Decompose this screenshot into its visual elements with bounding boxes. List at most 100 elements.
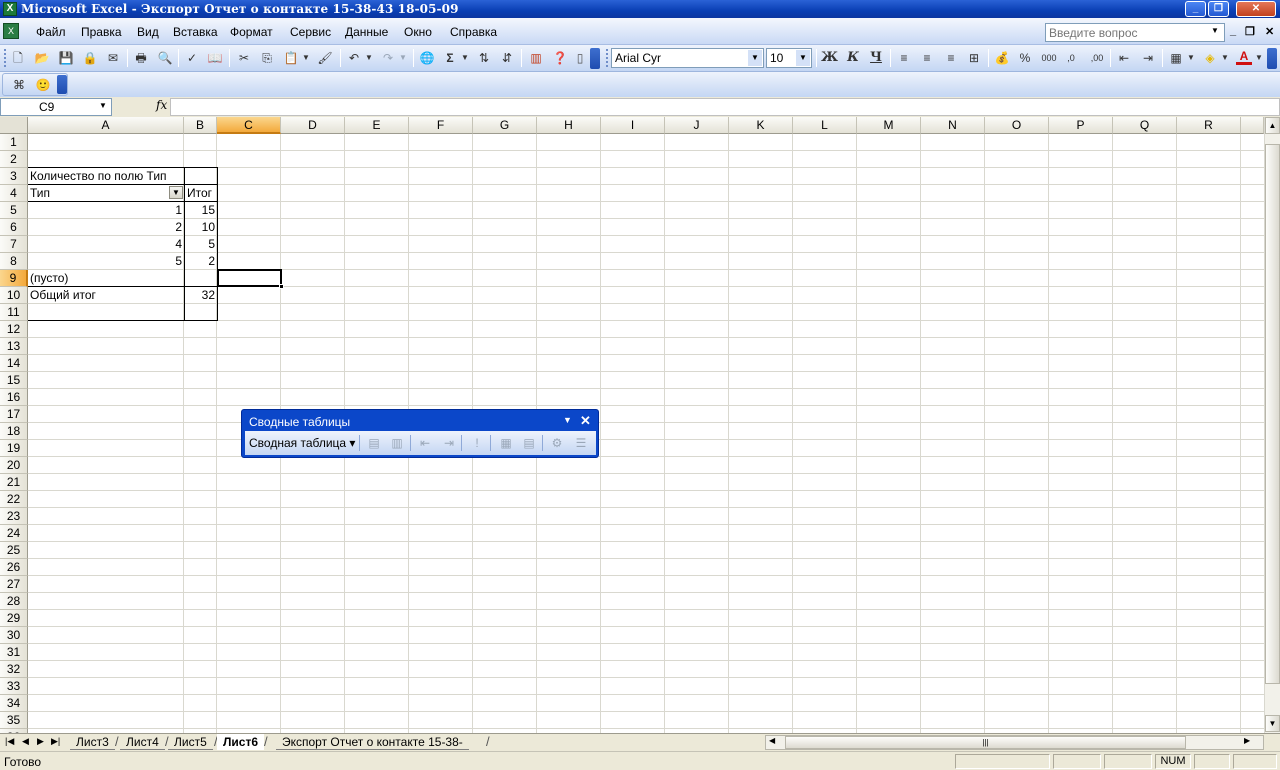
sort-descending-icon[interactable]: ⇵ xyxy=(499,50,515,66)
column-header-q[interactable]: Q xyxy=(1113,117,1177,134)
font-name-select[interactable]: Arial Cyr ▼ xyxy=(611,48,764,68)
menu-insert[interactable]: Вставка xyxy=(173,25,218,39)
help-icon[interactable]: ❓ xyxy=(552,50,568,66)
row-header-30[interactable]: 30 xyxy=(0,627,28,644)
prev-sheet-icon[interactable]: ◀ xyxy=(22,736,29,747)
toolbar-grip[interactable] xyxy=(606,49,609,67)
row-header-14[interactable]: 14 xyxy=(0,355,28,372)
column-header-partial[interactable] xyxy=(1241,117,1264,134)
row-header-11[interactable]: 11 xyxy=(0,304,28,321)
doc-close-button[interactable]: ✕ xyxy=(1265,25,1274,38)
column-header-b[interactable]: B xyxy=(184,117,217,134)
show-detail-icon[interactable]: ⇥ xyxy=(441,435,457,451)
chevron-down-icon[interactable]: ▼ xyxy=(1186,50,1196,66)
column-header-m[interactable]: M xyxy=(857,117,921,134)
row-header-17[interactable]: 17 xyxy=(0,406,28,423)
doc-restore-button[interactable]: ❐ xyxy=(1245,25,1255,38)
chevron-down-icon[interactable]: ▼ xyxy=(301,50,311,66)
row-header-20[interactable]: 20 xyxy=(0,457,28,474)
horizontal-scroll-thumb[interactable]: ||| xyxy=(785,736,1186,749)
pivot-chart-icon[interactable]: ▥ xyxy=(389,435,405,451)
row-header-31[interactable]: 31 xyxy=(0,644,28,661)
menu-edit[interactable]: Правка xyxy=(81,25,122,39)
toolbar-options-icon[interactable] xyxy=(590,48,600,69)
insert-function-icon[interactable]: fx xyxy=(156,98,167,112)
row-header-8[interactable]: 8 xyxy=(0,253,28,270)
chevron-down-icon[interactable]: ▼ xyxy=(460,50,470,66)
thousands-button[interactable]: 000 xyxy=(1039,50,1059,66)
font-size-select[interactable]: 10 ▼ xyxy=(766,48,812,68)
row-header-21[interactable]: 21 xyxy=(0,474,28,491)
chevron-down-icon[interactable]: ▼ xyxy=(1211,26,1219,35)
undo-icon[interactable]: ↶ xyxy=(346,50,362,66)
first-sheet-icon[interactable]: |◀ xyxy=(5,736,14,747)
fill-handle[interactable] xyxy=(279,284,284,289)
minimize-button[interactable]: _ xyxy=(1185,1,1206,17)
format-report-icon[interactable]: ▤ xyxy=(366,435,382,451)
chevron-down-icon[interactable]: ▼ xyxy=(398,50,408,66)
menu-format[interactable]: Формат xyxy=(230,25,273,39)
next-sheet-icon[interactable]: ▶ xyxy=(37,736,44,747)
refresh-data-icon[interactable]: ! xyxy=(469,435,485,451)
row-header-2[interactable]: 2 xyxy=(0,151,28,168)
align-right-icon[interactable]: ≡ xyxy=(943,50,959,66)
column-header-n[interactable]: N xyxy=(921,117,985,134)
align-center-icon[interactable]: ≡ xyxy=(919,50,935,66)
scroll-left-icon[interactable]: ◀ xyxy=(769,736,775,745)
spelling-icon[interactable]: ✓ xyxy=(184,50,200,66)
menu-window[interactable]: Окно xyxy=(404,25,432,39)
column-header-l[interactable]: L xyxy=(793,117,857,134)
restore-button[interactable]: ❐ xyxy=(1208,1,1229,17)
column-header-h[interactable]: H xyxy=(537,117,601,134)
sheet-tab[interactable]: Экспорт Отчет о контакте 15-38- xyxy=(276,734,469,750)
column-header-f[interactable]: F xyxy=(409,117,473,134)
pivot-table-toolbar[interactable]: Сводные таблицы ▼ ✕ Сводная таблица ▾ ▤ … xyxy=(241,409,599,458)
always-display-icon[interactable]: ▤ xyxy=(521,435,537,451)
question-input[interactable] xyxy=(1045,23,1225,42)
decrease-indent-icon[interactable]: ⇤ xyxy=(1116,50,1132,66)
format-painter-icon[interactable]: 🖌 xyxy=(317,50,333,66)
chevron-down-icon[interactable]: ▼ xyxy=(1220,50,1230,66)
cut-icon[interactable]: ✂ xyxy=(236,50,252,66)
chevron-down-icon[interactable]: ▼ xyxy=(748,50,762,66)
active-cell[interactable] xyxy=(217,269,282,287)
doc-minimize-button[interactable]: _ xyxy=(1230,25,1236,37)
menu-data[interactable]: Данные xyxy=(345,25,388,39)
row-header-10[interactable]: 10 xyxy=(0,287,28,304)
row-header-32[interactable]: 32 xyxy=(0,661,28,678)
worksheet-grid[interactable]: ABCDEFGHIJKLMNOPQR 1 2 3 4 5 6 7 8 9 10 11 12 13 14 15… xyxy=(0,117,1264,733)
row-header-4[interactable]: 4 xyxy=(0,185,28,202)
row-header-28[interactable]: 28 xyxy=(0,593,28,610)
row-header-18[interactable]: 18 xyxy=(0,423,28,440)
toolbar-grip[interactable] xyxy=(4,49,7,67)
chevron-down-icon[interactable]: ▼ xyxy=(99,101,107,110)
sheet-tab-active[interactable]: Лист6 xyxy=(217,734,265,750)
row-header-6[interactable]: 6 xyxy=(0,219,28,236)
column-header-c[interactable]: C xyxy=(217,117,281,134)
row-header-25[interactable]: 25 xyxy=(0,542,28,559)
scroll-up-icon[interactable]: ▲ xyxy=(1265,117,1280,134)
last-sheet-icon[interactable]: ▶| xyxy=(51,736,60,747)
sheet-tab[interactable]: Лист4 xyxy=(120,734,165,750)
copy-icon[interactable]: ⎘ xyxy=(259,50,275,66)
field-settings-icon[interactable]: ⚙ xyxy=(549,435,565,451)
permission-icon[interactable]: 🔒 xyxy=(82,50,98,66)
chevron-down-icon[interactable]: ▼ xyxy=(1254,50,1264,66)
chevron-down-icon[interactable]: ▼ xyxy=(796,50,810,66)
font-color-button[interactable]: A xyxy=(1236,50,1252,65)
zoom-icon[interactable]: ▯ xyxy=(572,50,588,66)
borders-icon[interactable]: ▦ xyxy=(1168,50,1184,66)
horizontal-scrollbar[interactable]: ◀ ||| ▶ xyxy=(765,735,1264,750)
print-preview-icon[interactable]: 🔍 xyxy=(157,50,173,66)
column-header-e[interactable]: E xyxy=(345,117,409,134)
include-hidden-icon[interactable]: ▦ xyxy=(498,435,514,451)
new-icon[interactable]: 🗋 xyxy=(10,50,26,66)
hide-detail-icon[interactable]: ⇤ xyxy=(417,435,433,451)
sheet-tab[interactable]: Лист5 xyxy=(168,734,213,750)
close-icon[interactable]: ✕ xyxy=(580,413,591,429)
column-header-o[interactable]: O xyxy=(985,117,1049,134)
menu-help[interactable]: Справка xyxy=(450,25,497,39)
chevron-down-icon[interactable]: ▼ xyxy=(563,415,572,425)
italic-button[interactable]: К xyxy=(845,50,861,66)
sort-ascending-icon[interactable]: ⇅ xyxy=(476,50,492,66)
